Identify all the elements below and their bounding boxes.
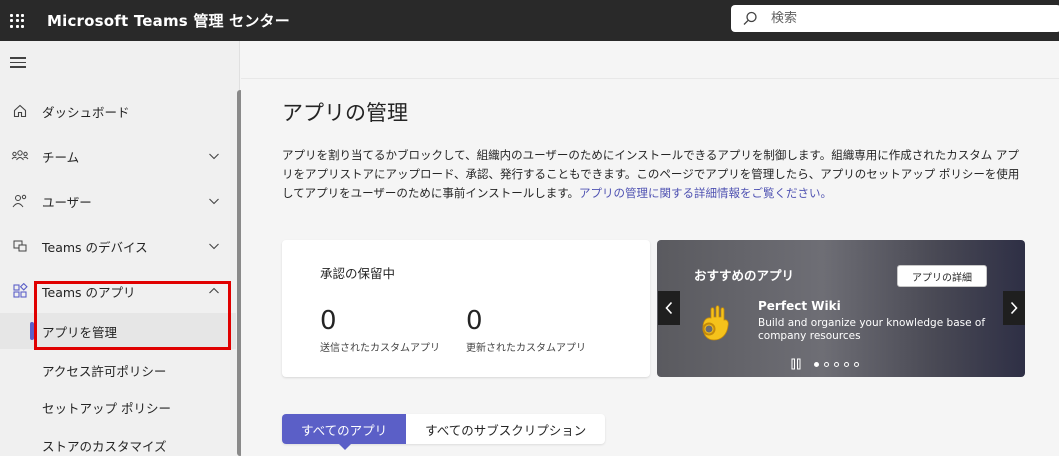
tab-active-pointer [339,444,351,450]
sidebar-item-label: チーム [42,149,80,165]
carousel-next-button[interactable] [1003,291,1025,325]
updated-count: 0 [466,306,483,336]
hamburger-menu-icon[interactable] [10,57,26,69]
apps-icon [10,281,30,301]
tab-all-subscriptions[interactable]: すべてのサブスクリプション [406,414,605,444]
submitted-count: 0 [320,306,337,336]
submitted-custom-apps-stat[interactable]: 0 送信されたカスタムアプリ [320,306,440,354]
pending-approval-card: 承認の保留中 0 送信されたカスタムアプリ 0 更新されたカスタムアプリ [282,240,650,377]
featured-apps-carousel: おすすめのアプリ アプリの詳細 Perfect Wiki Build and o… [657,240,1025,377]
sidebar-item-label: ユーザー [42,194,92,210]
chevron-right-icon [1010,301,1018,315]
sidebar-item-label: ダッシュボード [42,104,130,120]
sidebar-subitem-label: セットアップ ポリシー [42,400,171,416]
app-title[interactable]: Microsoft Teams 管理 センター [47,10,290,31]
sidebar-item-label: Teams のデバイス [42,239,148,255]
chevron-down-icon[interactable] [208,195,220,207]
chevron-down-icon[interactable] [208,240,220,252]
tab-label: すべてのサブスクリプション [425,422,587,438]
tab-all-apps[interactable]: すべてのアプリ [282,414,407,450]
apps-tab-bar: すべてのアプリ すべてのサブスクリプション [282,414,606,450]
learn-more-link[interactable]: アプリの管理に関する詳細情報をご覧ください。 [579,186,832,200]
page-description: アプリを割り当てるかブロックして、組織内のユーザーのためにインストールできるアプ… [282,146,1022,203]
carousel-dot[interactable] [854,362,859,367]
sidebar: ダッシュボード チーム ユーザー Teams のデバイス Teams のアプリ … [0,41,240,456]
waffle-icon [10,13,24,28]
carousel-dot[interactable] [814,362,819,367]
carousel-prev-button[interactable] [658,291,680,325]
users-icon [10,191,30,211]
search-input[interactable] [771,11,1051,26]
top-bar: Microsoft Teams 管理 センター [0,0,1059,41]
submitted-label: 送信されたカスタムアプリ [320,343,440,354]
carousel-dot[interactable] [844,362,849,367]
home-icon [10,101,30,121]
sidebar-subitem-label: アクセス許可ポリシー [42,363,167,379]
carousel-dot[interactable] [834,362,839,367]
highlight-annotation-box [34,281,231,350]
sidebar-item-devices[interactable]: Teams のデバイス [0,228,236,264]
sidebar-item-teams[interactable]: チーム [0,138,236,174]
carousel-dot[interactable] [824,362,829,367]
devices-icon [10,236,30,256]
carousel-pagination [814,362,859,367]
chevron-down-icon[interactable] [208,150,220,162]
teams-group-icon [10,146,30,166]
main-content: アプリの管理 アプリを割り当てるかブロックして、組織内のユーザーのためにインスト… [241,41,1059,456]
featured-title: おすすめのアプリ [694,268,795,283]
chevron-left-icon [665,301,673,315]
sidebar-item-dashboard[interactable]: ダッシュボード [0,93,236,129]
sidebar-subitem-store-customize[interactable]: ストアのカスタマイズ [0,427,236,456]
updated-label: 更新されたカスタムアプリ [466,343,586,354]
search-icon [741,10,759,28]
page-title: アプリの管理 [282,101,408,125]
search-box[interactable] [731,5,1059,32]
pause-icon[interactable] [790,358,802,370]
app-details-button[interactable]: アプリの詳細 [897,265,987,287]
tab-label: すべてのアプリ [301,422,388,438]
sidebar-item-users[interactable]: ユーザー [0,183,236,219]
ok-hand-icon [702,305,729,341]
sidebar-subitem-label: ストアのカスタマイズ [42,438,167,454]
pending-card-title: 承認の保留中 [320,266,396,281]
featured-app-name[interactable]: Perfect Wiki [758,299,841,313]
main-top-strip [241,41,1059,79]
featured-app-description: Build and organize your knowledge base o… [758,317,986,342]
app-launcher-button[interactable] [0,0,34,41]
updated-custom-apps-stat[interactable]: 0 更新されたカスタムアプリ [466,306,586,354]
sidebar-subitem-permission-policies[interactable]: アクセス許可ポリシー [0,352,236,388]
sidebar-subitem-setup-policies[interactable]: セットアップ ポリシー [0,389,236,425]
